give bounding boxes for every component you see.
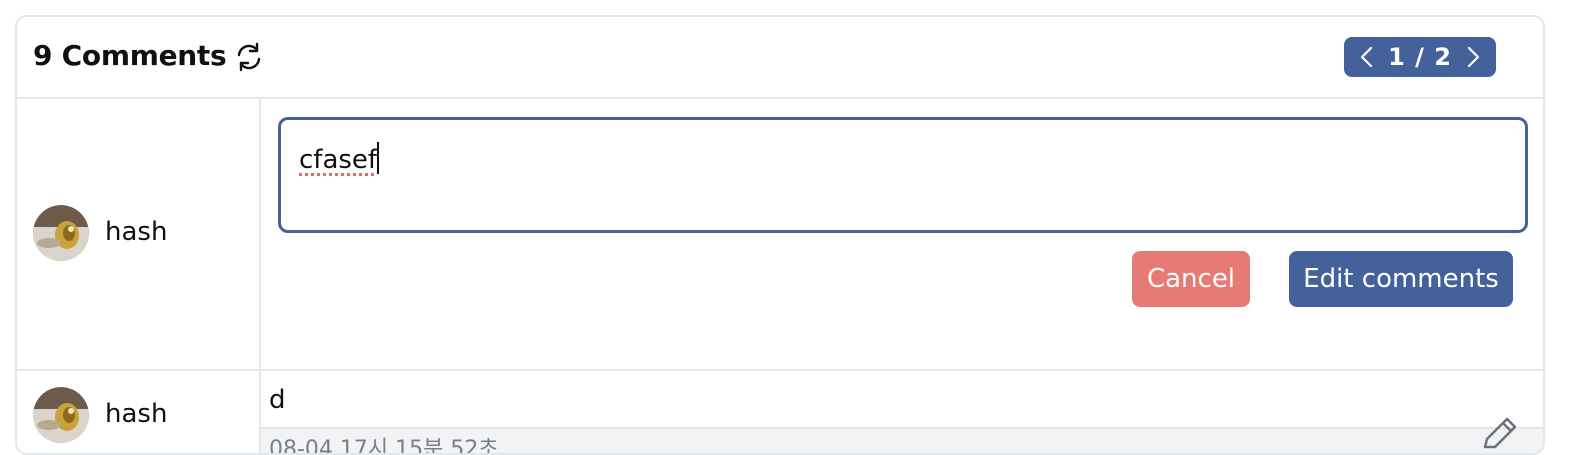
comments-panel: 9 Comments 1 / 2 hash cfasef Cancel Edit… — [15, 15, 1545, 455]
avatar — [33, 387, 89, 443]
text-caret — [377, 142, 380, 174]
comment-row: hash d 08-04 17시 15분 52초 — [17, 371, 1543, 455]
avatar — [33, 205, 89, 261]
comments-count-title: 9 Comments — [33, 39, 227, 72]
comment-row-editing: hash cfasef Cancel Edit comments — [17, 99, 1543, 371]
comment-edit-text: cfasef — [299, 145, 378, 175]
chevron-left-icon[interactable] — [1358, 46, 1376, 68]
comments-header: 9 Comments 1 / 2 — [17, 17, 1543, 99]
page-indicator: 1 / 2 — [1388, 43, 1452, 71]
cancel-button[interactable]: Cancel — [1132, 251, 1250, 307]
edit-comments-button[interactable]: Edit comments — [1289, 251, 1513, 307]
chevron-right-icon[interactable] — [1464, 46, 1482, 68]
comment-meta-bar: 08-04 17시 15분 52초 — [261, 427, 1543, 455]
pagination-control: 1 / 2 — [1344, 37, 1496, 77]
comment-body: d — [269, 385, 286, 415]
refresh-icon[interactable] — [233, 41, 265, 73]
comment-timestamp: 08-04 17시 15분 52초 — [269, 437, 499, 455]
comment-author: hash — [105, 399, 168, 429]
comment-author: hash — [105, 217, 168, 247]
pencil-icon[interactable] — [1477, 413, 1521, 455]
comment-edit-textarea[interactable]: cfasef — [278, 117, 1528, 233]
